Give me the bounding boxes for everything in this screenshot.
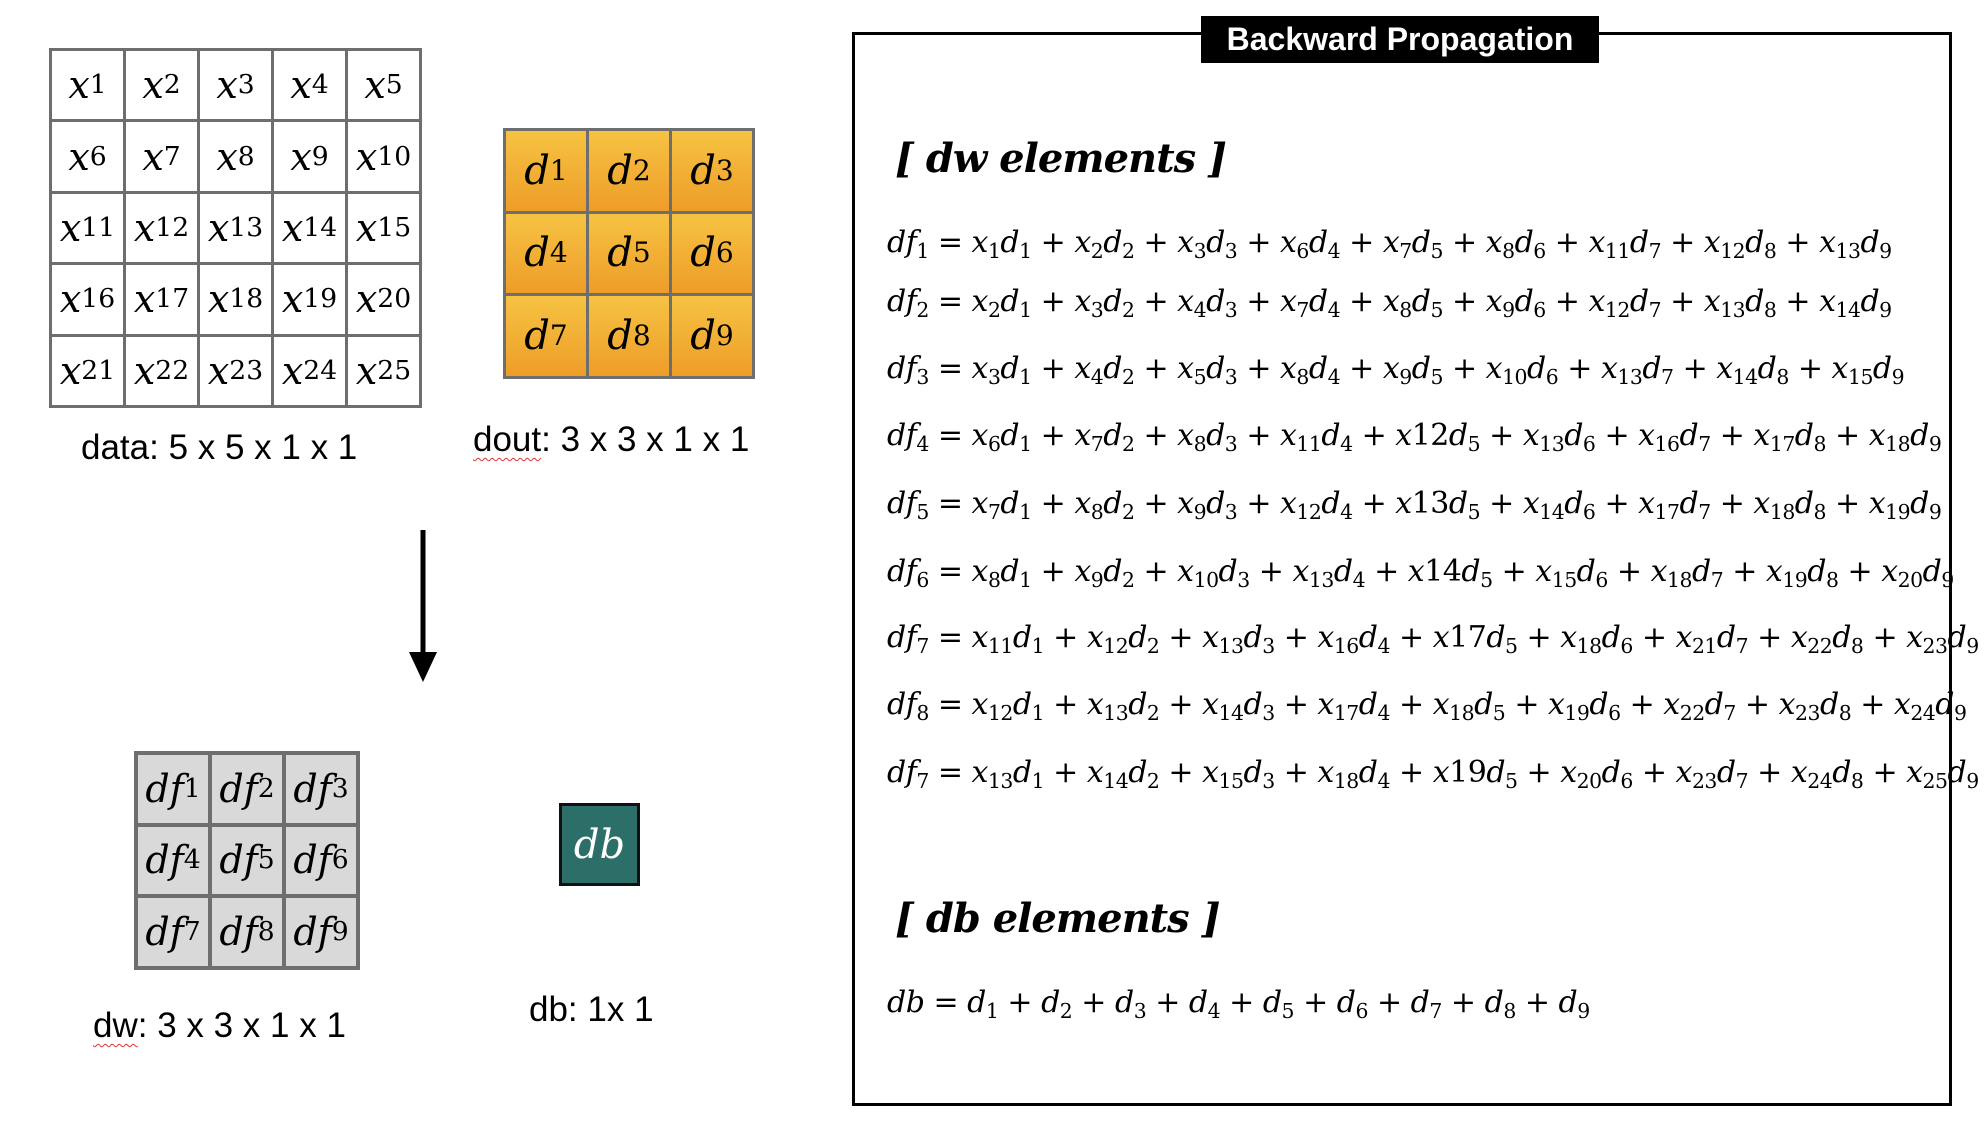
data-matrix-cell: x2 <box>126 51 197 120</box>
data-matrix-cell: x9 <box>274 122 345 191</box>
dout-matrix-cell: d7 <box>506 296 586 376</box>
data-matrix-cell: x 25 <box>348 336 419 405</box>
dout-matrix-cell: d1 <box>506 131 586 211</box>
data-matrix-cell: x3 <box>200 51 271 120</box>
dw-equation-7: df7 = x11d1 + x12d2 + x13d3 + x16d4 + x1… <box>887 620 1979 659</box>
data-matrix-cell: x 14 <box>274 193 345 263</box>
data-matrix-cell: x4 <box>274 51 345 120</box>
dout-label-prefix: dout <box>473 420 542 459</box>
down-arrow-icon <box>409 530 437 682</box>
panel-title: Backward Propagation <box>1201 16 1599 63</box>
data-matrix-cell: x1 <box>52 51 123 120</box>
data-matrix-cell: x 21 <box>52 336 123 405</box>
dw-equation-2: df2 = x2d1 + x3d2 + x4d3 + x7d4 + x8d5 +… <box>887 284 1892 323</box>
dw-equation-8: df8 = x12d1 + x13d2 + x14d3 + x17d4 + x1… <box>887 687 1967 726</box>
db-box-label: db: 1x 1 <box>529 990 654 1029</box>
dw-equation-3: df3 = x3d1 + x4d2 + x5d3 + x8d4 + x9d5 +… <box>887 351 1905 390</box>
dw-matrix-cell: df 3 <box>286 755 356 823</box>
data-matrix-cell: x 13 <box>200 193 271 263</box>
dout-matrix-cell: d5 <box>589 213 669 294</box>
data-matrix-cell: x 19 <box>274 265 345 334</box>
dout-matrix-cell: d4 <box>506 213 586 294</box>
dw-matrix-cell: df 6 <box>286 826 356 895</box>
dw-equation-5: df5 = x7d1 + x8d2 + x9d3 + x12d4 + x13d5… <box>887 486 1942 525</box>
dw-matrix-cell: df 7 <box>138 898 208 966</box>
data-matrix-cell: x7 <box>126 122 197 191</box>
data-matrix-cell: x 23 <box>200 336 271 405</box>
dw-matrix-cell: df 2 <box>212 755 282 823</box>
dw-matrix: df 1 df 2 df 3 df 4 df 5 df 6 df 7 df 8 df 9 <box>134 751 360 970</box>
data-matrix: x 1 x 2 x 3 x 4 x 5 x 6 x 7 x 8 x 9 x 10 x 11 x 12 x 13 x 14 x 15 x 16 x… <box>49 48 422 408</box>
dout-matrix-cell: d3 <box>672 131 752 211</box>
dw-matrix-label: dw: 3 x 3 x 1 x 1 <box>93 1006 346 1046</box>
dout-matrix-cell: d6 <box>672 213 752 294</box>
dout-matrix-cell: d8 <box>589 296 669 376</box>
data-matrix-cell: x 11 <box>52 193 123 263</box>
data-matrix-cell: x8 <box>200 122 271 191</box>
data-matrix-cell: x 18 <box>200 265 271 334</box>
dw-matrix-cell: df 1 <box>138 755 208 823</box>
dout-matrix-cell: d9 <box>672 296 752 376</box>
dw-matrix-cell: df 9 <box>286 898 356 966</box>
dw-equation-6: df6 = x8d1 + x9d2 + x10d3 + x13d4 + x14d… <box>887 554 1954 593</box>
data-matrix-cell: x5 <box>348 51 419 120</box>
dout-label-rest: : 3 x 3 x 1 x 1 <box>541 420 750 459</box>
db-elements-heading: [ db elements ] <box>895 895 1221 942</box>
dout-matrix-cell: d2 <box>589 131 669 211</box>
data-matrix-cell: x 10 <box>348 122 419 191</box>
dw-matrix-cell: df 5 <box>212 826 282 895</box>
data-matrix-cell: x6 <box>52 122 123 191</box>
data-matrix-cell: x 24 <box>274 336 345 405</box>
dw-equation-1: df1 = x1d1 + x2d2 + x3d3 + x6d4 + x7d5 +… <box>887 225 1892 264</box>
dout-matrix-label: dout: 3 x 3 x 1 x 1 <box>473 420 749 460</box>
dw-equation-9: df7 = x13d1 + x14d2 + x15d3 + x18d4 + x1… <box>887 755 1979 794</box>
db-equation: db = d1 + d2 + d3 + d4 + d5 + d6 + d7 + … <box>887 985 1590 1024</box>
dw-label-prefix: dw <box>93 1006 138 1045</box>
data-matrix-label: data: 5 x 5 x 1 x 1 <box>81 428 358 467</box>
data-matrix-cell: x 15 <box>348 193 419 263</box>
dw-label-rest: : 3 x 3 x 1 x 1 <box>137 1006 346 1045</box>
data-matrix-cell: x 16 <box>52 265 123 334</box>
dout-matrix: d1d2d3 d4d5d6 d7d8d9 <box>503 128 755 379</box>
data-matrix-cell: x 20 <box>348 265 419 334</box>
data-matrix-cell: x 12 <box>126 193 197 263</box>
data-matrix-cell: x 22 <box>126 336 197 405</box>
data-matrix-cell: x 17 <box>126 265 197 334</box>
dw-elements-heading: [ dw elements ] <box>895 135 1227 182</box>
dw-matrix-cell: df 8 <box>212 898 282 966</box>
dw-matrix-cell: df 4 <box>138 826 208 895</box>
db-box: db <box>559 803 640 886</box>
dw-equation-4: df4 = x6d1 + x7d2 + x8d3 + x11d4 + x12d5… <box>887 418 1942 457</box>
